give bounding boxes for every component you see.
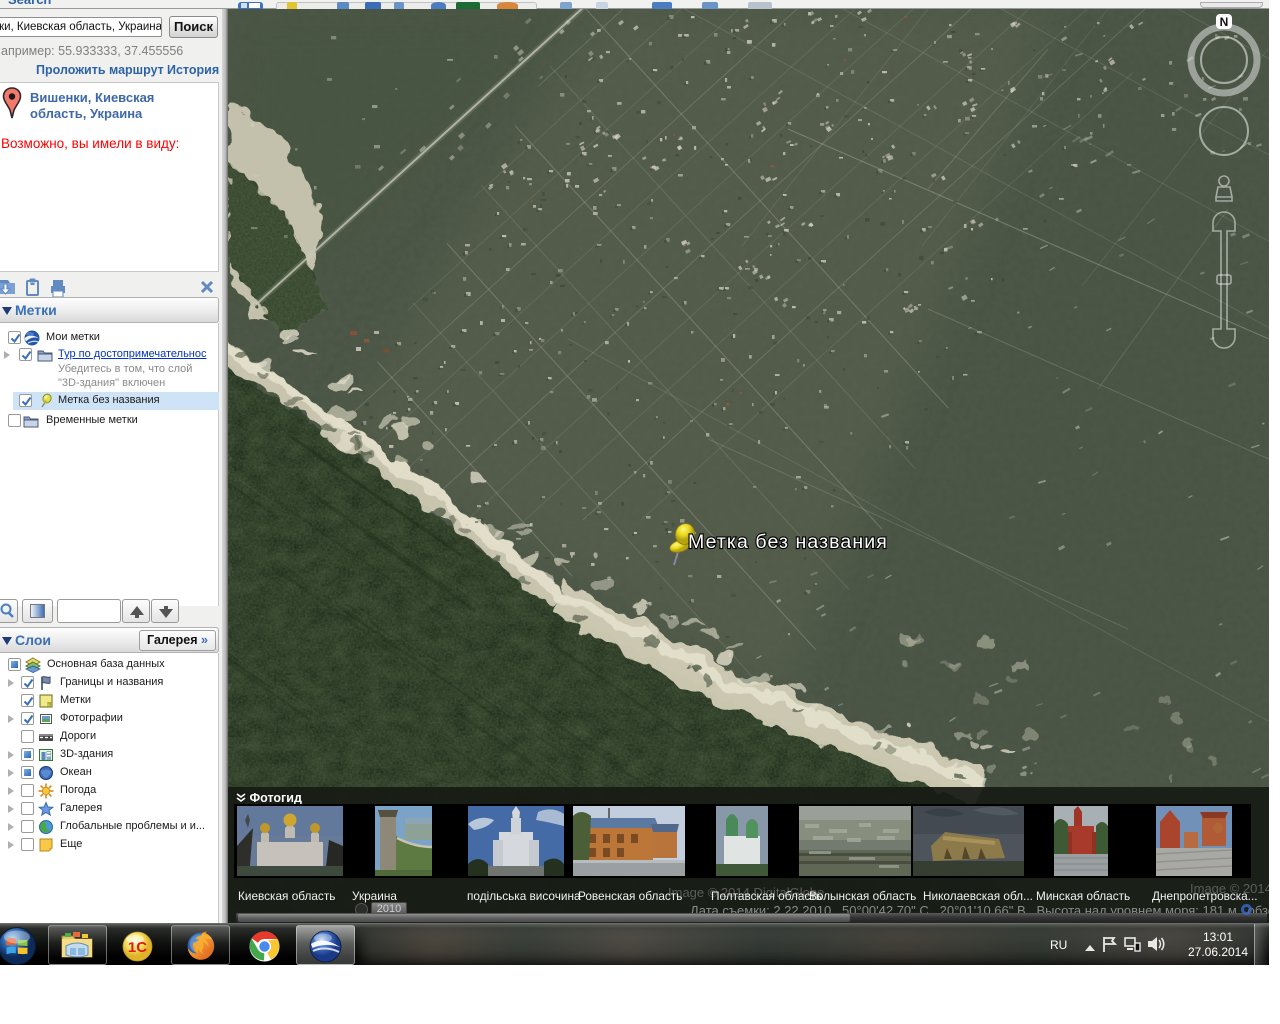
svg-text:N: N <box>1220 15 1229 29</box>
svg-text:Метка без названия: Метка без названия <box>688 531 888 553</box>
